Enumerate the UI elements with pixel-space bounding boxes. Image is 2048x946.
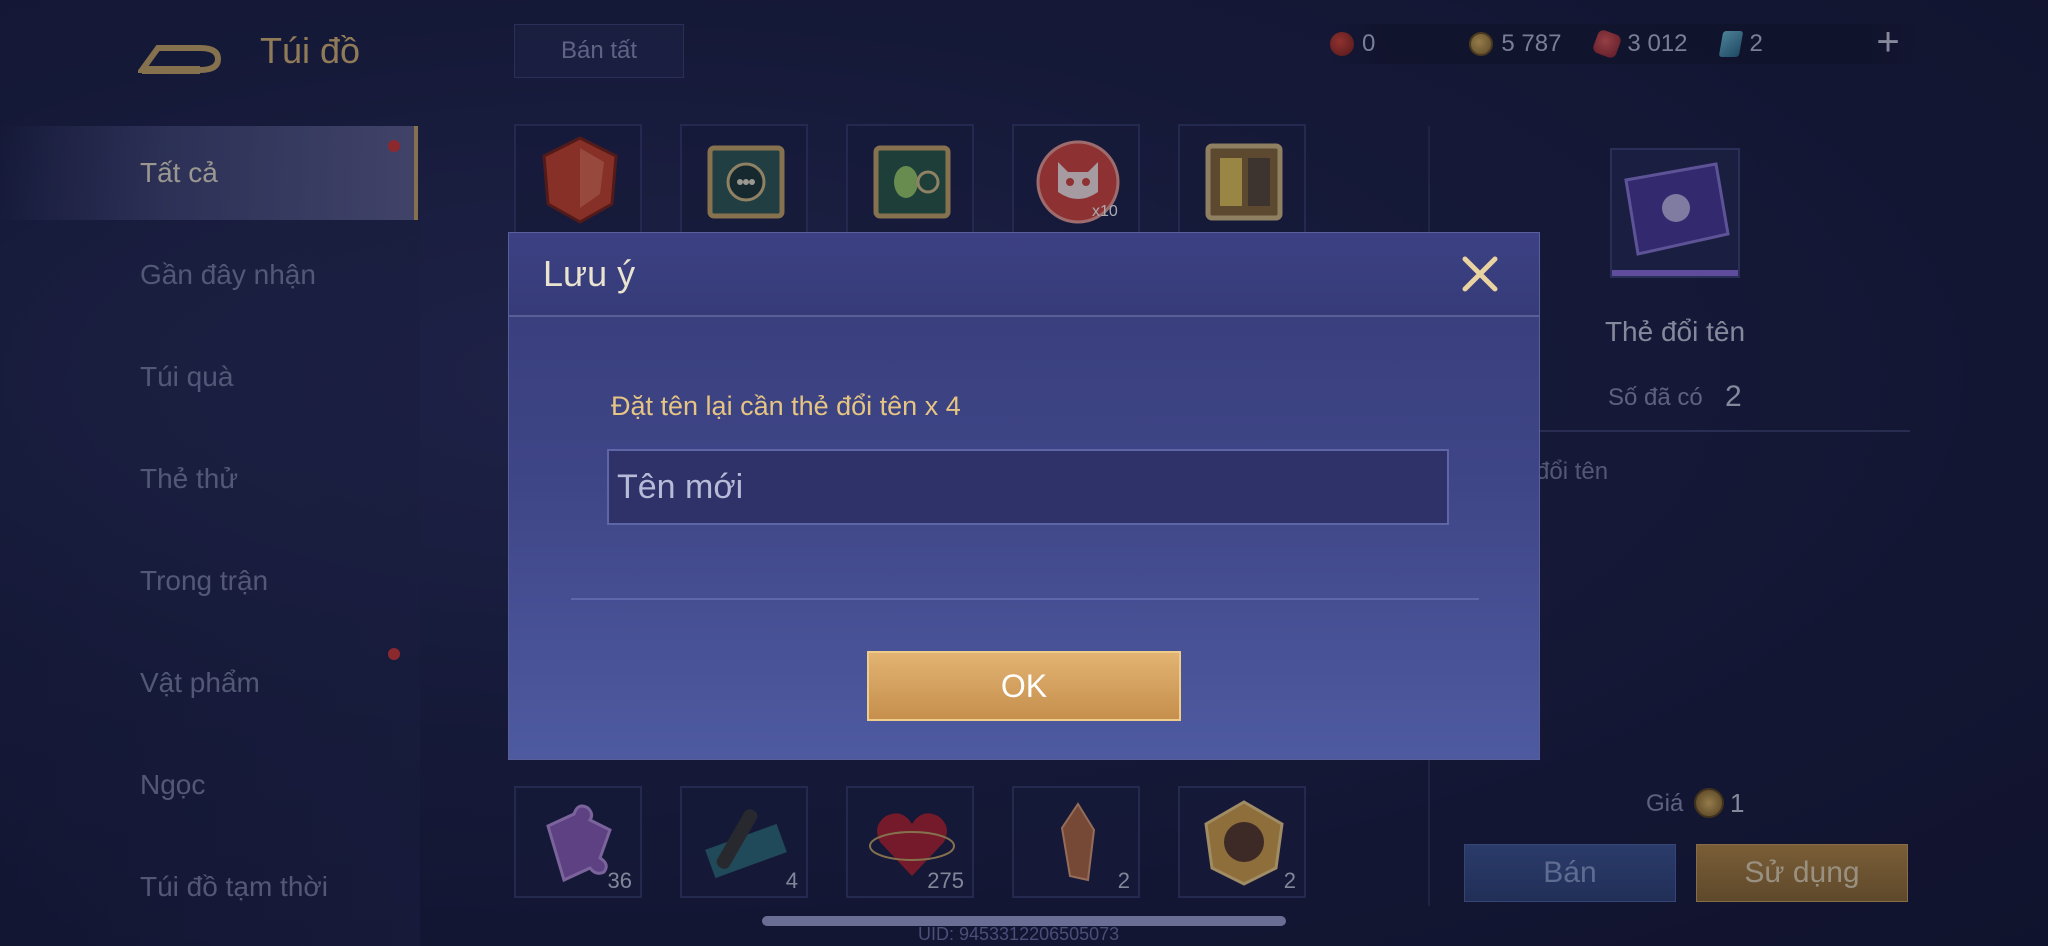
- new-name-input[interactable]: [607, 449, 1449, 525]
- notice-dialog: Lưu ý Đặt tên lại cần thẻ đổi tên x 4 OK: [508, 232, 1540, 760]
- dialog-message: Đặt tên lại cần thẻ đổi tên x 4: [611, 391, 961, 421]
- dialog-divider: [571, 598, 1479, 600]
- close-button[interactable]: [1457, 251, 1503, 297]
- user-id: UID: 9453312206505073: [918, 924, 1120, 944]
- ok-button[interactable]: OK: [867, 651, 1181, 721]
- dialog-header: Lưu ý: [509, 233, 1539, 317]
- close-icon: [1462, 256, 1498, 292]
- dialog-title: Lưu ý: [543, 253, 636, 294]
